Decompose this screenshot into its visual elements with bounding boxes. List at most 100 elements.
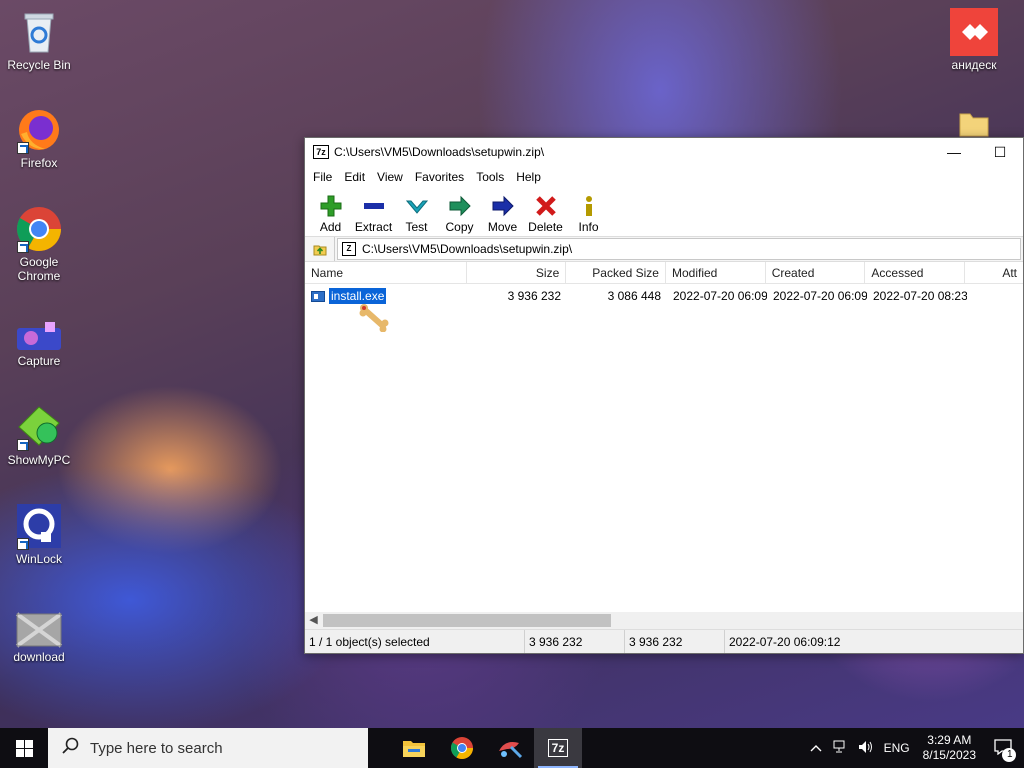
desktop-icon-label: Recycle Bin: [7, 58, 71, 72]
firefox-icon: [15, 106, 63, 154]
desktop-icon-winlock[interactable]: WinLock: [1, 502, 77, 566]
copy-label: Copy: [445, 220, 474, 234]
search-placeholder: Type here to search: [90, 739, 223, 757]
desktop-icon-google-chrome[interactable]: Google Chrome: [1, 205, 77, 283]
test-label: Test: [405, 220, 428, 234]
taskbar-file-explorer[interactable]: [390, 728, 438, 768]
folder-icon[interactable]: [958, 110, 990, 138]
delete-label: Delete: [528, 220, 563, 234]
7zip-window[interactable]: 7z C:\Users\VM5\Downloads\setupwin.zip\ …: [304, 137, 1024, 654]
clock-time: 3:29 AM: [927, 733, 972, 747]
desktop-icon-label: download: [13, 650, 65, 664]
menu-file[interactable]: File: [307, 170, 338, 184]
status-size: 3 936 232: [525, 630, 625, 653]
7zip-app-icon: 7z: [313, 145, 329, 159]
taskbar-search[interactable]: Type here to search: [48, 728, 368, 768]
column-modified[interactable]: Modified: [666, 262, 766, 283]
file-size: 3 936 232: [507, 289, 561, 303]
test-button[interactable]: Test: [395, 194, 438, 234]
address-bar: Z C:\Users\VM5\Downloads\setupwin.zip\: [305, 236, 1023, 262]
delete-button[interactable]: Delete: [524, 194, 567, 234]
desktop-icon-recycle-bin[interactable]: Recycle Bin: [1, 8, 77, 72]
extract-label: Extract: [354, 220, 393, 234]
column-accessed[interactable]: Accessed: [865, 262, 966, 283]
desktop-icon-label: Capture: [17, 354, 61, 368]
notification-badge: 1: [1002, 747, 1016, 762]
add-button[interactable]: Add: [309, 194, 352, 234]
chrome-icon: [450, 737, 473, 759]
horizontal-scrollbar[interactable]: ◀: [305, 612, 1023, 629]
volume-icon[interactable]: [853, 740, 879, 757]
notification-button[interactable]: 1: [984, 738, 1024, 762]
folder-up-icon[interactable]: [305, 237, 335, 261]
recycle-bin-icon: [15, 8, 63, 56]
menu-edit[interactable]: Edit: [338, 170, 371, 184]
scrollbar-thumb[interactable]: [323, 614, 611, 627]
copy-button[interactable]: Copy: [438, 194, 481, 234]
maximize-button[interactable]: ☐: [977, 138, 1023, 166]
clock-date: 8/15/2023: [922, 748, 976, 762]
system-tray: ENG 3:29 AM 8/15/2023 1: [805, 728, 1024, 768]
menu-help[interactable]: Help: [510, 170, 547, 184]
toolbar: Add Extract Test Copy Move Delete Info: [305, 188, 1023, 236]
window-title: C:\Users\VM5\Downloads\setupwin.zip\: [334, 145, 545, 159]
table-row[interactable]: install.exe 3 936 232 3 086 448 2022-07-…: [305, 286, 1023, 306]
extract-button[interactable]: Extract: [352, 194, 395, 234]
desktop-icon-download[interactable]: download: [1, 608, 77, 664]
desktop-icon-firefox[interactable]: Firefox: [1, 106, 77, 170]
windows-logo-icon: [15, 739, 33, 757]
column-name[interactable]: Name: [305, 262, 467, 283]
move-label: Move: [487, 220, 518, 234]
taskbar: Type here to search 7z ENG 3:29 AM 8/15/…: [0, 728, 1024, 768]
menu-view[interactable]: View: [371, 170, 409, 184]
menu-bar: File Edit View Favorites Tools Help: [305, 166, 1023, 188]
status-bar: 1 / 1 object(s) selected 3 936 232 3 936…: [305, 629, 1023, 653]
file-modified: 2022-07-20 06:09: [673, 289, 767, 303]
desktop-icon-anydesk[interactable]: анидеск: [936, 8, 1012, 72]
shortcut-arrow-icon: [17, 439, 29, 451]
column-packed-size[interactable]: Packed Size: [566, 262, 666, 283]
menu-tools[interactable]: Tools: [470, 170, 510, 184]
menu-favorites[interactable]: Favorites: [409, 170, 470, 184]
chevron-up-icon[interactable]: [805, 741, 827, 755]
file-accessed: 2022-07-20 08:23: [873, 289, 967, 303]
clock[interactable]: 3:29 AM 8/15/2023: [915, 733, 984, 763]
column-attributes[interactable]: Att: [965, 262, 1023, 283]
image-file-icon: [15, 608, 63, 648]
move-button[interactable]: Move: [481, 194, 524, 234]
desktop-icon-label: WinLock: [15, 552, 62, 566]
taskbar-7zip[interactable]: 7z: [534, 728, 582, 768]
shortcut-arrow-icon: [17, 142, 29, 154]
taskbar-paint-app[interactable]: [486, 728, 534, 768]
address-input[interactable]: Z C:\Users\VM5\Downloads\setupwin.zip\: [337, 238, 1021, 260]
shortcut-arrow-icon: [17, 538, 29, 550]
search-icon: [62, 737, 80, 760]
info-label: Info: [578, 220, 599, 234]
x-icon: [534, 194, 558, 218]
status-packed: 3 936 232: [625, 630, 725, 653]
zip-archive-icon: Z: [342, 242, 356, 256]
file-name-cell[interactable]: install.exe: [305, 286, 467, 306]
minus-icon: [362, 194, 386, 218]
paint-icon: [499, 742, 523, 759]
network-icon[interactable]: [827, 740, 853, 757]
winlock-icon: [15, 502, 63, 550]
file-name: install.exe: [327, 287, 388, 305]
copy-arrow-icon: [448, 194, 472, 218]
scroll-left-icon[interactable]: ◀: [305, 612, 322, 629]
column-created[interactable]: Created: [766, 262, 866, 283]
info-icon: [577, 194, 601, 218]
desktop-icon-label: Google Chrome: [17, 255, 61, 283]
desktop-icon-capture[interactable]: Capture: [1, 318, 77, 368]
column-size[interactable]: Size: [467, 262, 567, 283]
plus-icon: [319, 194, 343, 218]
chrome-icon: [15, 205, 63, 253]
file-created: 2022-07-20 06:09: [773, 289, 867, 303]
title-bar[interactable]: 7z C:\Users\VM5\Downloads\setupwin.zip\ …: [305, 138, 1023, 166]
start-button[interactable]: [0, 728, 48, 768]
desktop-icon-showmypc[interactable]: ShowMyPC: [1, 403, 77, 467]
info-button[interactable]: Info: [567, 194, 610, 234]
language-indicator[interactable]: ENG: [879, 741, 915, 755]
minimize-button[interactable]: —: [931, 138, 977, 166]
taskbar-chrome[interactable]: [438, 728, 486, 768]
